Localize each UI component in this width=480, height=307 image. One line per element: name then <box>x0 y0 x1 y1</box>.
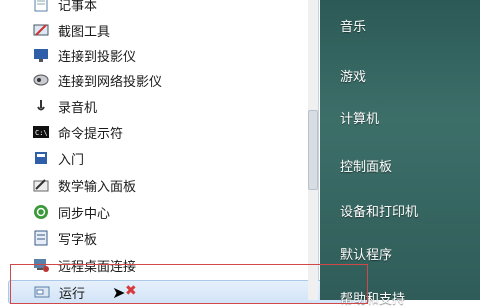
sync-center-icon <box>32 203 50 221</box>
right-item-computer[interactable]: 计算机 <box>340 108 379 127</box>
program-item-snipping-tool[interactable]: 截图工具 <box>32 18 312 42</box>
mouse-cursor-icon: ➤ <box>112 283 126 302</box>
projector-icon <box>32 46 50 64</box>
program-list-panel: 记事本 截图工具 连接到投影仪 连接到网络投影仪 录音机 C:\ 命令提示符 入… <box>0 0 368 304</box>
snipping-tool-icon <box>32 21 50 39</box>
red-arrow-icon: ✖ <box>125 283 137 299</box>
microphone-icon <box>32 97 50 115</box>
program-item-getting-started[interactable]: 入门 <box>32 146 312 170</box>
program-item-notepad[interactable]: 记事本 <box>32 0 312 16</box>
right-item-music[interactable]: 音乐 <box>340 16 366 35</box>
program-item-command-prompt[interactable]: C:\ 命令提示符 <box>32 120 312 144</box>
right-item-control-panel[interactable]: 控制面板 <box>340 156 392 175</box>
program-label: 截图工具 <box>58 24 111 40</box>
command-prompt-icon: C:\ <box>32 123 50 141</box>
svg-text:C:\: C:\ <box>35 129 48 137</box>
program-label: 命令提示符 <box>58 126 124 142</box>
right-item-default-programs[interactable]: 默认程序 <box>340 244 392 263</box>
program-item-wordpad[interactable]: 写字板 <box>32 226 312 250</box>
program-label: 记事本 <box>58 0 98 14</box>
highlight-box <box>10 264 368 304</box>
program-label: 入门 <box>58 152 85 168</box>
right-item-games[interactable]: 游戏 <box>340 66 366 85</box>
program-label: 同步中心 <box>58 206 111 222</box>
program-item-sync-center[interactable]: 同步中心 <box>32 200 312 224</box>
right-item-devices-printers[interactable]: 设备和打印机 <box>340 201 418 220</box>
program-label: 连接到投影仪 <box>58 49 137 65</box>
notepad-icon <box>32 0 50 13</box>
wordpad-icon <box>32 229 50 247</box>
program-label: 录音机 <box>58 100 98 116</box>
program-item-projector[interactable]: 连接到投影仪 <box>32 43 312 67</box>
program-label: 连接到网络投影仪 <box>58 74 163 90</box>
scrollbar-thumb[interactable] <box>308 110 318 190</box>
program-label: 写字板 <box>58 232 98 248</box>
math-input-icon <box>32 176 50 194</box>
program-label: 数学输入面板 <box>58 179 137 195</box>
start-menu-right-panel: 音乐 游戏 计算机 控制面板 设备和打印机 默认程序 帮助和支持 <box>320 0 480 307</box>
getting-started-icon <box>32 149 50 167</box>
program-item-network-projector[interactable]: 连接到网络投影仪 <box>32 68 312 92</box>
program-item-math-input[interactable]: 数学输入面板 <box>32 173 312 197</box>
program-item-sound-recorder[interactable]: 录音机 <box>32 94 312 118</box>
network-projector-icon <box>32 71 50 89</box>
